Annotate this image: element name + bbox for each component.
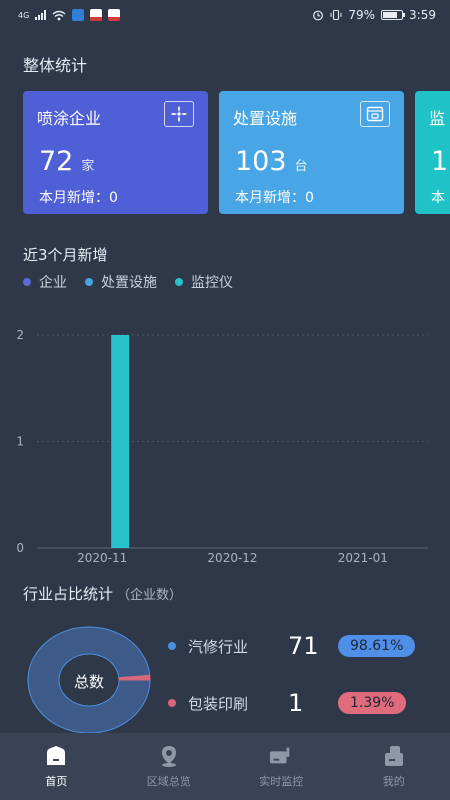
industry-title-text: 行业占比统计 <box>23 585 114 603</box>
bottom-tab-bar: 首页 区域总览 实时监控 我的 <box>0 733 450 800</box>
industry-percent-badge: 98.61% <box>338 635 416 657</box>
card-unit: 家 <box>81 159 95 174</box>
fan-icon <box>164 101 194 127</box>
stat-card-monitors[interactable]: 监 1 本 <box>415 91 450 214</box>
stat-card-facilities[interactable]: 处置设施 103 台 本月新增：0 <box>219 91 404 214</box>
card-value-row: 103 台 <box>235 146 308 177</box>
donut-center-label: 总数 <box>73 673 104 691</box>
tab-realtime-monitor[interactable]: 实时监控 <box>225 733 338 800</box>
stat-cards-carousel[interactable]: 喷涂企业 72 家 本月新增：0 处置设施 103 台 本月新增：0 监 1 本 <box>23 91 450 214</box>
card-value: 1 <box>431 146 449 177</box>
industry-subtitle: （企业数） <box>117 588 183 603</box>
y-tick-label: 0 <box>16 541 24 555</box>
legend-dot <box>175 278 183 286</box>
industry-row-auto-repair[interactable]: 汽修行业 71 98.61% <box>168 632 416 660</box>
industry-dot <box>168 642 176 650</box>
card-month-new: 本 <box>431 190 445 206</box>
wifi-icon <box>52 10 66 20</box>
battery-icon <box>381 10 406 20</box>
card-month-new: 本月新增：0 <box>39 190 118 206</box>
tab-home[interactable]: 首页 <box>0 733 113 800</box>
x-tick-label: 2021-01 <box>338 551 388 565</box>
home-icon <box>44 745 68 767</box>
card-title: 监 <box>429 109 446 128</box>
shield-app-icon <box>72 9 85 21</box>
alarm-icon <box>313 10 324 21</box>
tab-region-overview[interactable]: 区域总览 <box>113 733 226 800</box>
camera-icon <box>269 745 293 767</box>
legend-dot <box>23 278 31 286</box>
tab-label: 首页 <box>45 774 68 788</box>
stat-card-enterprises[interactable]: 喷涂企业 72 家 本月新增：0 <box>23 91 208 214</box>
legend-item-monitor[interactable]: 监控仪 <box>175 272 233 292</box>
card-value: 72 <box>39 146 74 177</box>
bar-2-0 <box>111 335 130 548</box>
card-value-row: 72 家 <box>39 146 94 177</box>
device-icon <box>360 101 390 127</box>
recent-title: 近3个月新增 <box>23 246 108 264</box>
card-unit: 台 <box>294 159 308 174</box>
vibrate-icon <box>330 9 342 21</box>
industry-percent-badge: 1.39% <box>338 692 407 714</box>
x-tick-label: 2020-11 <box>77 551 127 565</box>
legend-dot <box>85 278 93 286</box>
tab-label: 区域总览 <box>146 774 191 788</box>
location-icon <box>157 745 181 767</box>
industry-name: 汽修行业 <box>188 637 249 656</box>
user-icon <box>382 745 406 767</box>
card-title: 喷涂企业 <box>37 109 102 128</box>
status-bar: 4G 79% 3:59 <box>0 0 450 30</box>
industry-name: 包装印刷 <box>188 694 249 713</box>
clock: 3:59 <box>409 8 436 22</box>
battery-percent: 79% <box>348 8 376 22</box>
bar-chart[interactable]: 0 1 2 2020-11 2020-12 2021-01 <box>0 318 450 568</box>
card-value: 103 <box>235 146 287 177</box>
app-notification-icon-2 <box>108 9 121 21</box>
legend-label: 处置设施 <box>101 275 157 291</box>
overall-title: 整体统计 <box>23 56 88 75</box>
app-notification-icon <box>90 9 103 21</box>
card-title: 处置设施 <box>233 109 298 128</box>
tab-label: 我的 <box>382 774 405 788</box>
chart-legend: 企业 处置设施 监控仪 <box>23 272 233 292</box>
legend-item-facility[interactable]: 处置设施 <box>85 272 157 292</box>
y-tick-label: 1 <box>16 435 24 449</box>
legend-item-enterprise[interactable]: 企业 <box>23 272 67 292</box>
legend-label: 监控仪 <box>191 275 233 291</box>
industry-count: 1 <box>288 689 304 717</box>
network-type: 4G <box>18 10 30 20</box>
industry-dot <box>168 699 176 707</box>
industry-count: 71 <box>288 632 319 660</box>
x-tick-label: 2020-12 <box>207 551 257 565</box>
tab-label: 实时监控 <box>259 774 304 788</box>
industry-row-packaging[interactable]: 包装印刷 1 1.39% <box>168 689 407 717</box>
legend-label: 企业 <box>39 275 67 291</box>
y-tick-label: 2 <box>16 328 24 342</box>
industry-title: 行业占比统计 （企业数） <box>23 583 182 604</box>
tab-mine[interactable]: 我的 <box>338 733 450 800</box>
card-month-new: 本月新增：0 <box>235 190 314 206</box>
signal-icon <box>35 10 47 20</box>
